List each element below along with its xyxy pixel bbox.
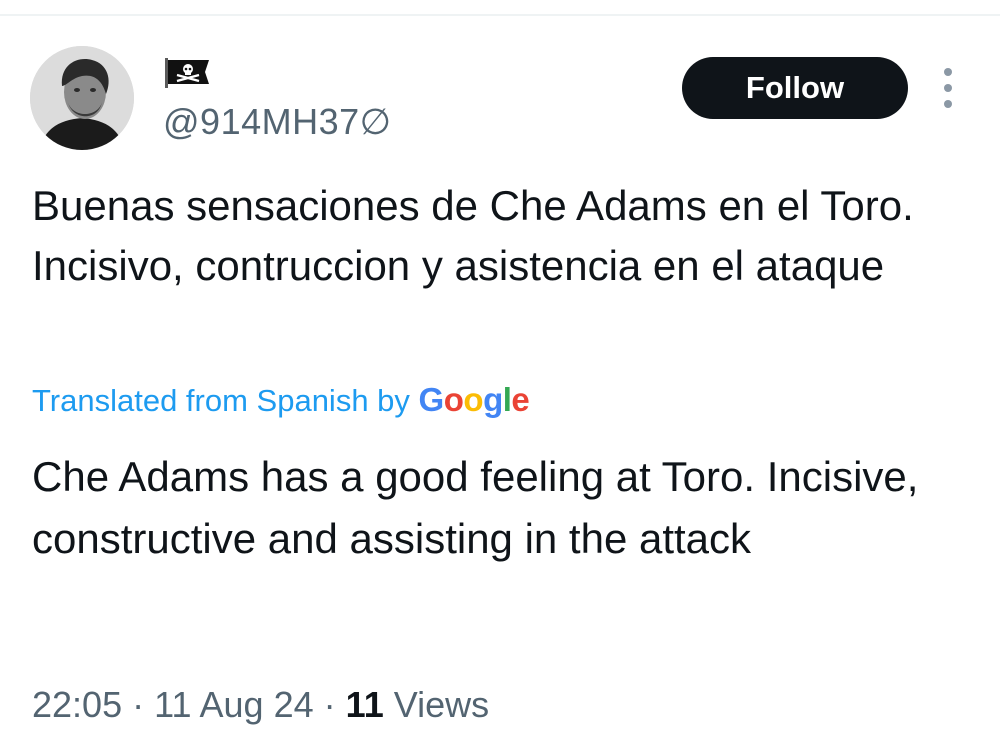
vertical-ellipsis-icon (944, 68, 952, 76)
views-count[interactable]: 11 (346, 684, 384, 725)
google-letter: G (418, 381, 445, 418)
post-time[interactable]: 22:05 (32, 684, 122, 725)
google-letter: e (511, 381, 530, 418)
pirate-flag-icon (165, 58, 211, 88)
ellipsis-dot (944, 100, 952, 108)
more-options-button[interactable] (932, 68, 964, 108)
ellipsis-dot (944, 84, 952, 92)
google-logo: Google (419, 381, 530, 418)
meta-separator: · (323, 684, 336, 725)
translation-attribution: Translated from Spanish by Google (32, 380, 530, 421)
top-divider (0, 14, 1000, 16)
post-metadata: 22:05 · 11 Aug 24 · 11 Views (32, 682, 489, 728)
meta-separator: · (132, 684, 145, 725)
google-letter: o (463, 381, 484, 418)
google-letter: g (483, 381, 503, 418)
profile-photo-icon (30, 46, 134, 150)
post-text: Buenas sensaciones de Che Adams en el To… (32, 182, 914, 289)
post-date[interactable]: 11 Aug 24 (154, 684, 314, 725)
views-label: Views (393, 684, 490, 725)
translated-post-text: Che Adams has a good feeling at Toro. In… (32, 453, 919, 562)
google-letter: o (443, 381, 464, 418)
avatar[interactable] (30, 46, 134, 150)
author-handle[interactable]: @914MH37∅ (163, 100, 392, 144)
follow-button[interactable]: Follow (682, 57, 908, 119)
translated-from-link[interactable]: Translated from Spanish by (32, 383, 410, 418)
